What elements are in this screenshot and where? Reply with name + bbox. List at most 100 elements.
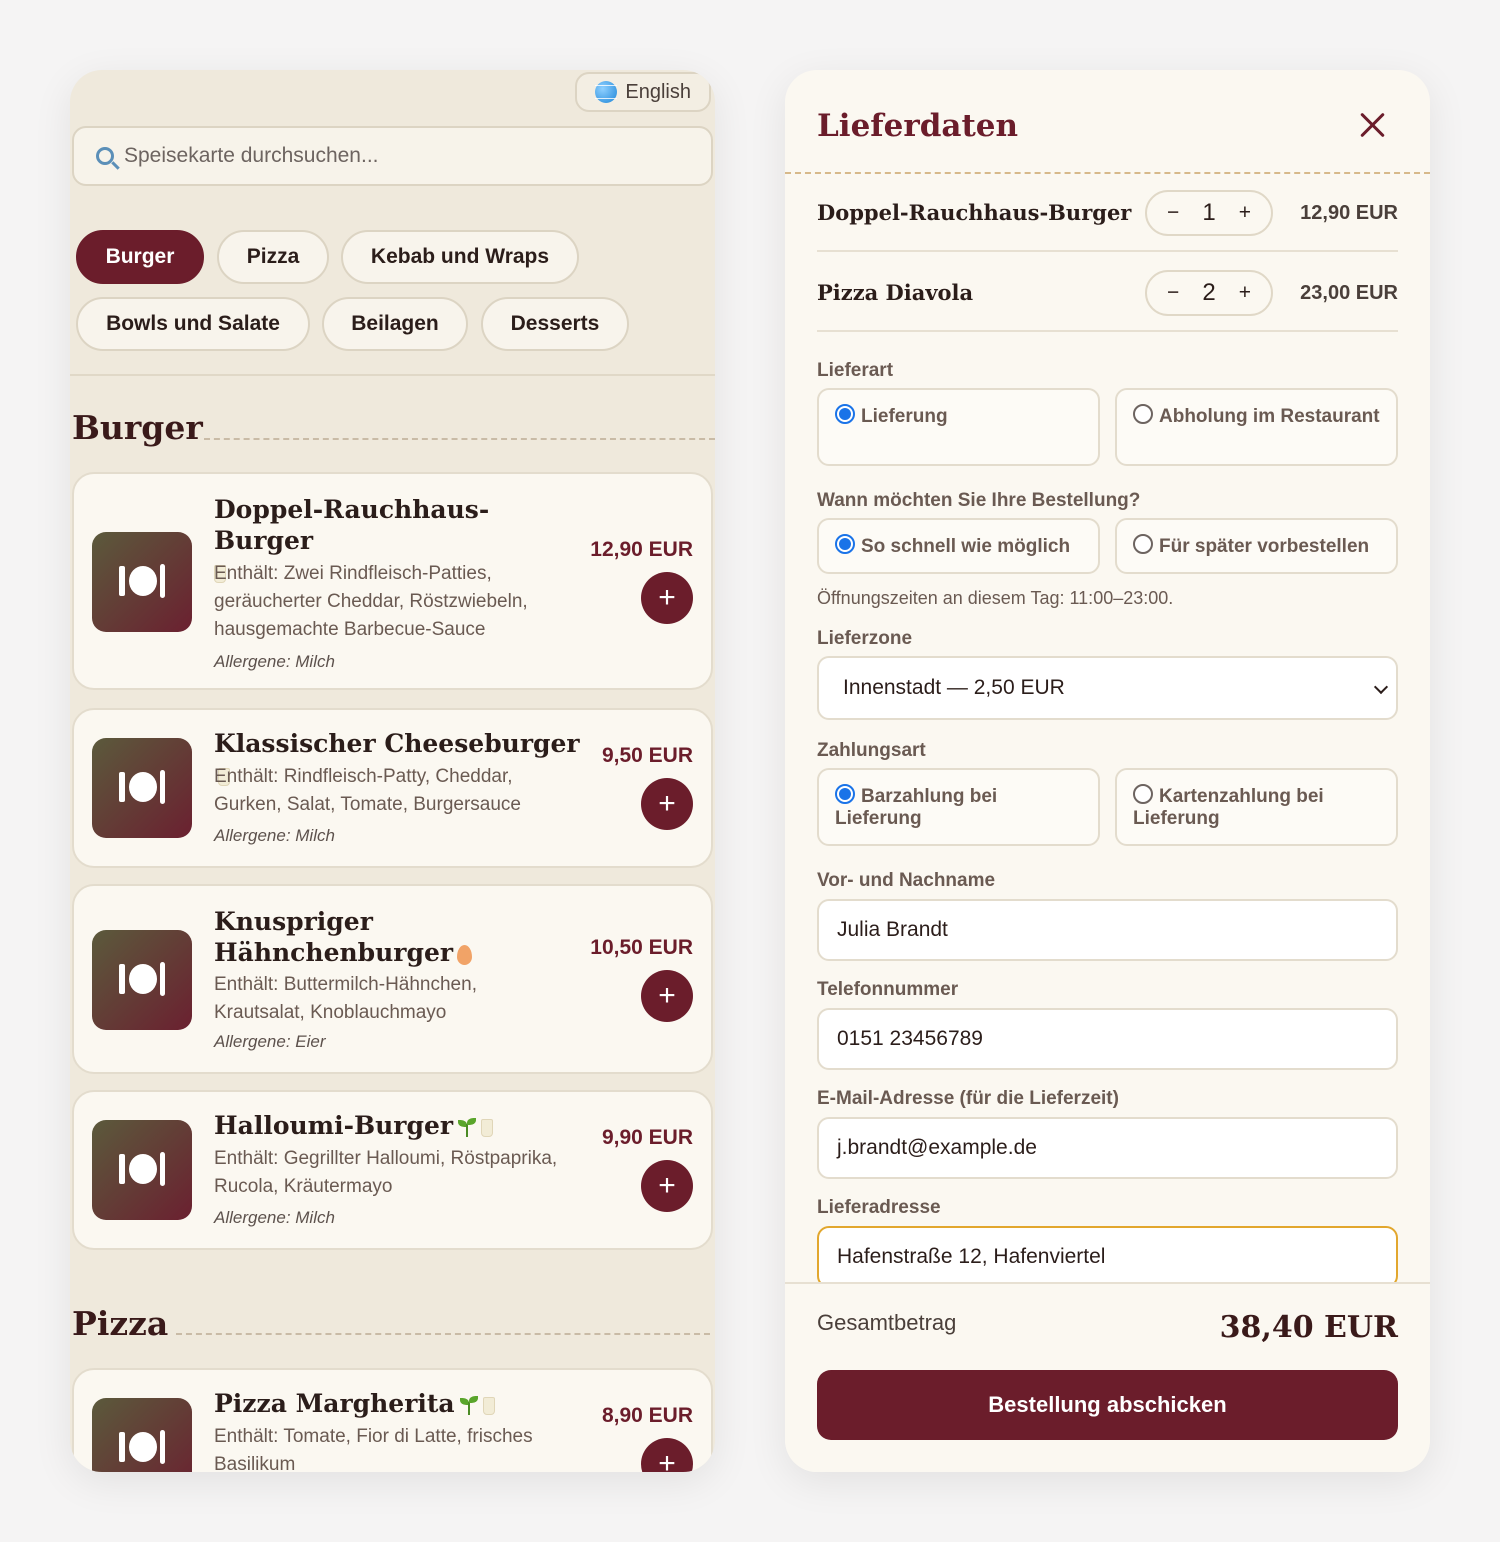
payment-option-cash[interactable]: Barzahlung bei Lieferung [817,768,1100,846]
chevron-down-icon [1373,679,1389,695]
delivery-option-abholung[interactable]: Abholung im Restaurant [1115,388,1398,466]
delivery-option-lieferung[interactable]: Lieferung [817,388,1100,466]
address-label: Lieferadresse [817,1197,941,1218]
radio-selected-icon [835,404,855,424]
cart-item-price: 12,90 EUR [1300,202,1398,224]
submit-order-button[interactable]: Bestellung abschicken [817,1370,1398,1440]
category-chip-burger[interactable]: Burger [76,230,204,284]
category-chip-pizza[interactable]: Pizza [217,230,329,284]
menu-item-card: Doppel-Rauchhaus-Burger Enthält: Zwei Ri… [72,472,713,690]
section-divider [204,438,715,440]
category-chip-desserts[interactable]: Desserts [481,297,629,351]
search-icon [96,147,114,165]
menu-item-name: Pizza Margherita [214,1388,584,1419]
menu-item-ingredients: Enthält: Buttermilch-Hähnchen, Krautsala… [214,974,477,1023]
vegetarian-icon [457,1117,477,1138]
menu-item-ingredients: Enthält: Gegrillter Halloumi, Röstpaprik… [214,1148,558,1197]
dish-image-placeholder [92,738,192,838]
plate-icon [119,768,165,808]
menu-item-name: Halloumi-Burger [214,1110,584,1141]
quantity-value: 2 [1202,279,1216,306]
phone-field[interactable]: 0151 23456789 [817,1008,1398,1070]
menu-search[interactable]: Speisekarte durchsuchen... [72,126,713,186]
close-icon[interactable] [1358,110,1388,140]
egg-icon [457,944,473,965]
payment-option-card[interactable]: Kartenzahlung bei Lieferung [1115,768,1398,846]
section-title-burger: Burger [72,408,203,447]
menu-item-ingredients: Enthält: Tomate, Fior di Latte, frisches… [214,1426,533,1472]
total-label: Gesamtbetrag [817,1310,957,1335]
zone-select[interactable]: Innenstadt — 2,50 EUR [817,656,1398,720]
email-label: E-Mail-Adresse (für die Lieferzeit) [817,1088,1119,1109]
timing-label: Wann möchten Sie Ihre Bestellung? [817,490,1141,511]
timing-option-later[interactable]: Für später vorbestellen [1115,518,1398,574]
zone-select-value: Innenstadt — 2,50 EUR [843,676,1065,699]
quantity-value: 1 [1202,199,1216,226]
phone-label: Telefonnummer [817,979,959,1000]
email-field[interactable]: j.brandt@example.de [817,1117,1398,1179]
menu-item-allergens: Allergene: Milch [214,826,335,845]
radio-icon [1133,784,1153,804]
dish-image-placeholder [92,532,192,632]
dish-image-placeholder [92,1398,192,1472]
radio-selected-icon [835,534,855,554]
decrease-button[interactable]: − [1167,281,1179,305]
cart-item-price: 23,00 EUR [1300,282,1398,304]
add-to-cart-button[interactable]: + [641,778,693,830]
add-to-cart-button[interactable]: + [641,572,693,624]
divider [70,374,715,376]
timing-option-asap[interactable]: So schnell wie möglich [817,518,1100,574]
section-divider [176,1333,710,1335]
menu-item-price: 12,90 EUR [590,538,693,561]
vegetarian-icon [459,1395,479,1416]
zone-label: Lieferzone [817,628,913,649]
cart-row: Doppel-Rauchhaus-Burger − 1 + 12,90 EUR [817,172,1398,252]
language-label: English [625,80,691,103]
checkout-title: Lieferdaten [817,108,1019,144]
add-to-cart-button[interactable]: + [641,970,693,1022]
menu-item-allergens: Allergene: Milch [214,652,335,671]
menu-item-allergens: Allergene: Milch [214,1208,335,1227]
menu-item-card: Pizza Margherita Enthält: Tomate, Fior d… [72,1368,713,1472]
name-field[interactable]: Julia Brandt [817,899,1398,961]
checkout-footer: Gesamtbetrag 38,40 EUR Bestellung abschi… [785,1282,1430,1472]
plate-icon [119,1428,165,1468]
radio-icon [1133,534,1153,554]
search-placeholder: Speisekarte durchsuchen... [124,144,379,167]
payment-label: Zahlungsart [817,740,926,761]
add-to-cart-button[interactable]: + [641,1438,693,1472]
milk-icon [482,1396,495,1415]
address-field[interactable]: Hafenstraße 12, Hafenviertel [817,1226,1398,1288]
cart-row: Pizza Diavola − 2 + 23,00 EUR [817,252,1398,332]
menu-item-card: Klassischer Cheeseburger Enthält: Rindfl… [72,708,713,868]
menu-item-ingredients: Enthält: Rindfleisch-Patty, Cheddar, Gur… [214,766,521,815]
plate-icon [119,960,165,1000]
radio-icon [1133,404,1153,424]
quantity-stepper: − 2 + [1145,270,1273,316]
increase-button[interactable]: + [1239,281,1251,305]
plate-icon [119,562,165,602]
menu-item-card: Knuspriger Hähnchenburger Enthält: Butte… [72,884,713,1074]
menu-item-name: Knuspriger Hähnchenburger [214,906,474,968]
language-switcher[interactable]: English [575,72,711,112]
dish-image-placeholder [92,930,192,1030]
menu-item-price: 9,50 EUR [601,744,693,767]
dish-image-placeholder [92,1120,192,1220]
menu-item-price: 9,90 EUR [601,1126,693,1149]
plate-icon [119,1150,165,1190]
opening-hours-hint: Öffnungszeiten an diesem Tag: 11:00–23:0… [817,588,1174,608]
increase-button[interactable]: + [1239,201,1251,225]
globe-icon [595,81,618,103]
add-to-cart-button[interactable]: + [641,1160,693,1212]
decrease-button[interactable]: − [1167,201,1179,225]
section-title-pizza: Pizza [72,1304,169,1343]
category-chip-beilagen[interactable]: Beilagen [322,297,468,351]
cart-item-name: Pizza Diavola [817,280,974,305]
category-chip-bowls[interactable]: Bowls und Salate [76,297,310,351]
cart-item-name: Doppel-Rauchhaus-Burger [817,200,1132,225]
category-chip-kebab[interactable]: Kebab und Wraps [341,230,579,284]
menu-item-card: Halloumi-Burger Enthält: Gegrillter Hall… [72,1090,713,1250]
quantity-stepper: − 1 + [1145,190,1273,236]
total-value: 38,40 EUR [1219,1310,1398,1345]
milk-icon [481,1118,494,1137]
